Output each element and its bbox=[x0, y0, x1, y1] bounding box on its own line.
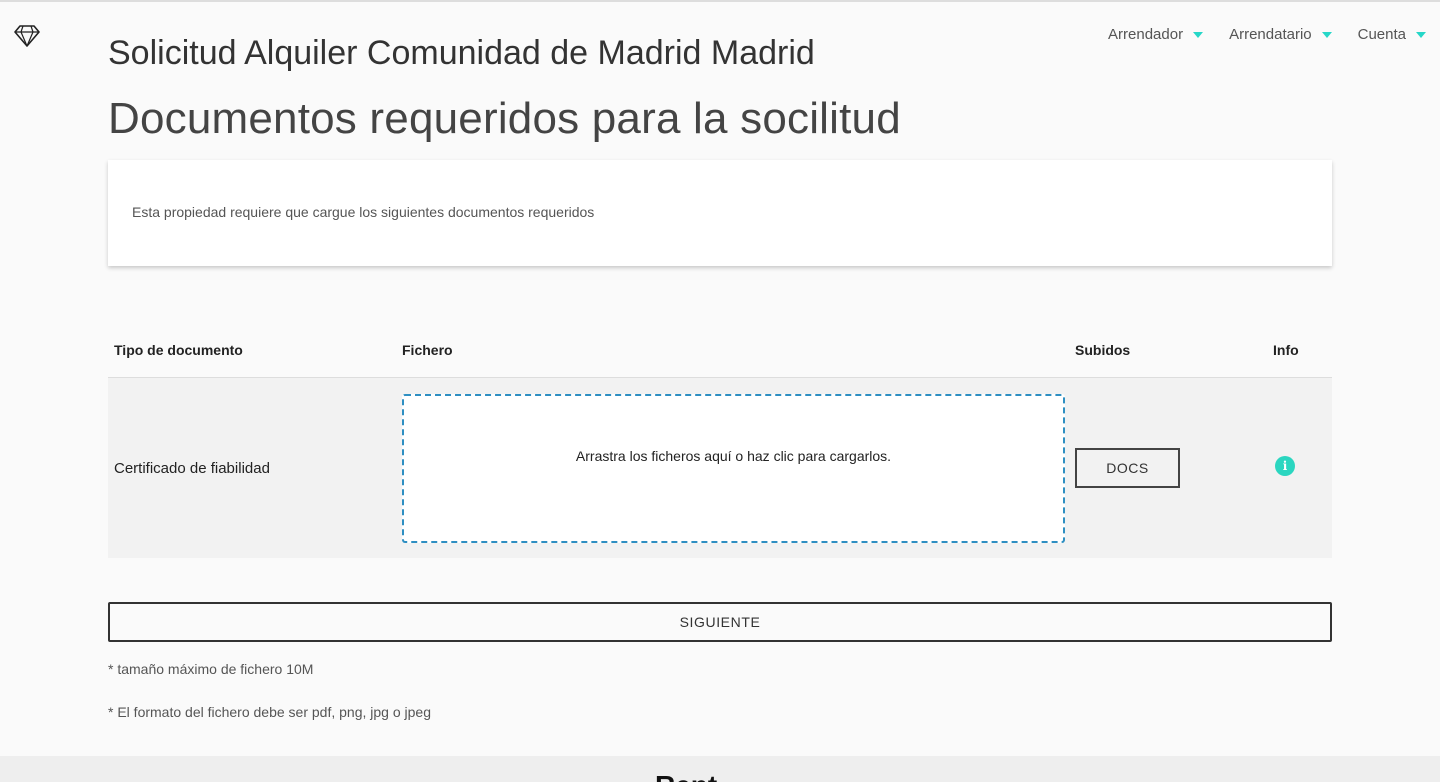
note-file-format: * El formato del fichero debe ser pdf, p… bbox=[108, 704, 431, 720]
info-icon[interactable]: i bbox=[1275, 456, 1295, 476]
page: Arrendador Arrendatario Cuenta Solicitud… bbox=[0, 0, 1440, 782]
table-header: Tipo de documento Fichero Subidos Info bbox=[108, 332, 1332, 378]
footer-brand: Rent bbox=[655, 770, 717, 782]
diamond-icon[interactable] bbox=[14, 22, 40, 48]
nav-item-label: Cuenta bbox=[1357, 26, 1406, 43]
caret-down-icon bbox=[1416, 31, 1426, 38]
info-card-text: Esta propiedad requiere que cargue los s… bbox=[132, 204, 595, 220]
nav-item-arrendador[interactable]: Arrendador bbox=[1108, 26, 1204, 43]
note-max-size: * tamaño máximo de fichero 10M bbox=[108, 661, 314, 677]
nav-item-arrendatario[interactable]: Arrendatario bbox=[1229, 26, 1332, 43]
top-nav: Arrendador Arrendatario Cuenta bbox=[1108, 26, 1426, 43]
info-card: Esta propiedad requiere que cargue los s… bbox=[108, 160, 1332, 266]
page-subtitle: Documentos requeridos para la socilitud bbox=[108, 94, 901, 143]
next-button[interactable]: SIGUIENTE bbox=[108, 602, 1332, 642]
document-type: Certificado de fiabilidad bbox=[114, 460, 270, 477]
caret-down-icon bbox=[1193, 31, 1204, 38]
dropzone-text: Arrastra los ficheros aquí o haz clic pa… bbox=[575, 448, 892, 464]
nav-item-label: Arrendador bbox=[1108, 26, 1184, 43]
column-header-tipo: Tipo de documento bbox=[114, 342, 243, 358]
column-header-fichero: Fichero bbox=[402, 342, 453, 358]
page-title: Solicitud Alquiler Comunidad de Madrid M… bbox=[108, 34, 815, 72]
nav-item-label: Arrendatario bbox=[1229, 26, 1312, 43]
column-header-info: Info bbox=[1273, 342, 1299, 358]
caret-down-icon bbox=[1321, 31, 1332, 38]
column-header-subidos: Subidos bbox=[1075, 342, 1131, 358]
nav-item-cuenta[interactable]: Cuenta bbox=[1358, 26, 1426, 43]
docs-button[interactable]: DOCS bbox=[1075, 448, 1180, 488]
file-dropzone[interactable]: Arrastra los ficheros aquí o haz clic pa… bbox=[402, 394, 1065, 543]
documents-table: Tipo de documento Fichero Subidos Info C… bbox=[108, 332, 1332, 558]
footer: Rent bbox=[0, 756, 1440, 782]
table-row: Certificado de fiabilidad Arrastra los f… bbox=[108, 378, 1332, 558]
